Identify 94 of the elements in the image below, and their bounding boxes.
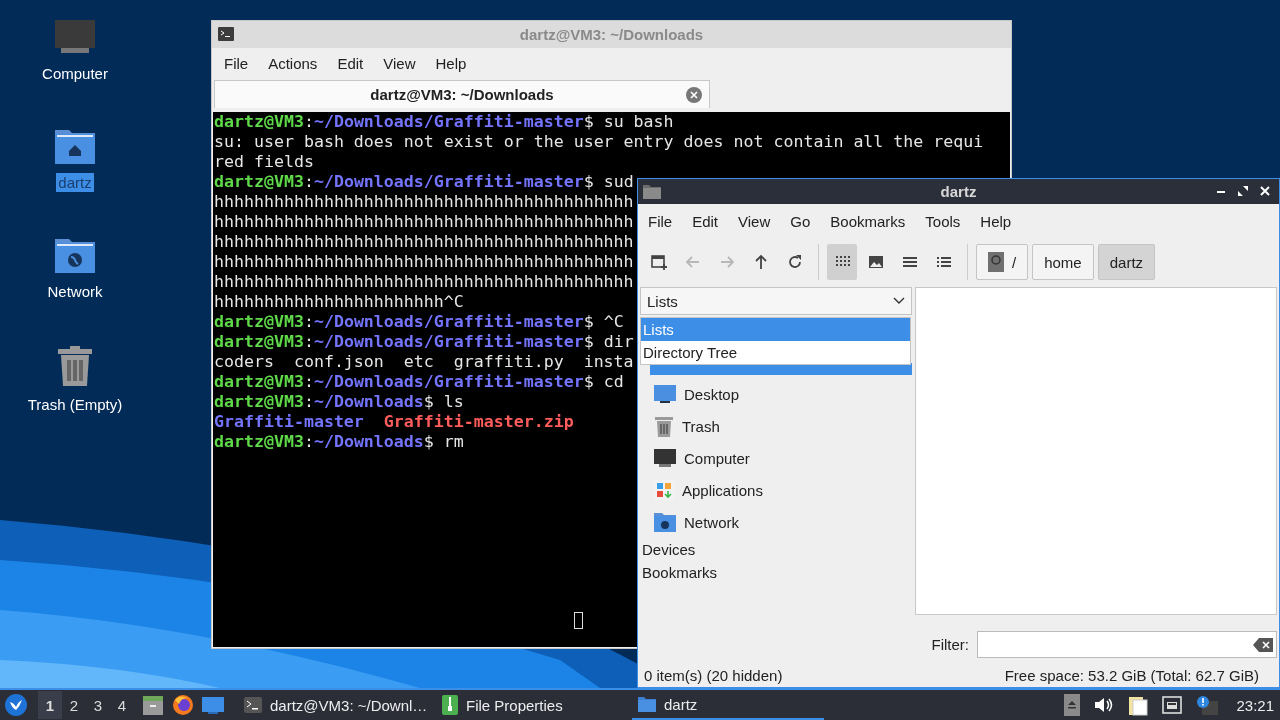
- terminal-line: hhhhhhhhhhhhhhhhhhhhhhhhhhhhhhhhhhhhhhhhhh: [213, 212, 634, 232]
- workspace-button[interactable]: 1: [38, 691, 62, 719]
- terminal-line: hhhhhhhhhhhhhhhhhhhhhhhhhhhhhhhhhhhhhhhhhh: [213, 272, 634, 292]
- browser-icon[interactable]: [172, 694, 194, 716]
- terminal-line: dartz@VM3:~/Downloads/Graffiti-master$ cd: [213, 372, 624, 392]
- path-button[interactable]: dartz: [1097, 244, 1156, 280]
- close-icon[interactable]: [1259, 185, 1271, 197]
- monitor-icon: [654, 384, 676, 404]
- terminal-line: dartz@VM3:~/Downloads/Graffiti-master$ su bash: [213, 112, 674, 132]
- terminal-line: coders conf.json etc graffiti.py insta: [213, 352, 634, 372]
- monitor-icon[interactable]: [53, 18, 97, 56]
- image-icon: [867, 253, 885, 271]
- place-item[interactable]: Trash: [640, 410, 912, 442]
- terminal-line: Graffiti-master Graffiti-master.zip: [213, 412, 574, 432]
- trash-icon: [654, 415, 674, 437]
- zip-file-icon: [442, 695, 458, 715]
- workspace-button[interactable]: 3: [86, 691, 110, 719]
- network-folder-icon: [654, 512, 676, 532]
- drive-icon: [988, 252, 1004, 272]
- menu-item[interactable]: View: [728, 212, 781, 230]
- section-header[interactable]: Bookmarks: [640, 561, 912, 584]
- menu-item[interactable]: Edit: [682, 212, 729, 230]
- place-item[interactable]: Desktop: [640, 378, 912, 410]
- eject-icon[interactable]: [1064, 694, 1081, 716]
- desktop-icon-label[interactable]: Network: [45, 282, 105, 301]
- window-title: dartz: [940, 183, 977, 200]
- menu-item[interactable]: Bookmarks: [820, 212, 916, 230]
- icons-view-button[interactable]: [827, 244, 857, 280]
- desktop-icon-label[interactable]: Computer: [40, 64, 110, 83]
- menu-item[interactable]: Actions: [258, 54, 328, 72]
- maximize-icon[interactable]: [1237, 185, 1249, 197]
- tab-label[interactable]: dartz@VM3: ~/Downloads: [370, 86, 554, 103]
- terminal-line: dartz@VM3:~/Downloads$ rm: [213, 432, 464, 452]
- monitor-icon: [654, 448, 676, 468]
- taskbar-button[interactable]: File Properties: [436, 690, 586, 720]
- home-folder-icon[interactable]: [54, 127, 96, 165]
- place-item[interactable]: Computer: [640, 442, 912, 474]
- folder-icon: [638, 696, 656, 712]
- terminal-line: su: user bash does not exist or the user entry does not contain all the requi: [213, 132, 984, 152]
- terminal-line: red fields: [213, 152, 314, 172]
- taskbar-button[interactable]: dartz@VM3: ~/Downl…: [238, 690, 436, 720]
- start-menu-icon[interactable]: [4, 693, 28, 717]
- trash-icon[interactable]: [56, 345, 94, 387]
- filter-label: Filter:: [931, 636, 969, 653]
- terminal-line: dartz@VM3:~/Downloads$ ls: [213, 392, 464, 412]
- window-title: dartz@VM3: ~/Downloads: [519, 26, 704, 43]
- chevron-down-icon: [893, 297, 905, 305]
- place-item[interactable]: Network: [640, 506, 912, 538]
- terminal-line: hhhhhhhhhhhhhhhhhhhhhhhhhhhhhhhhhhhhhhhhhh: [213, 232, 634, 252]
- terminal-line: dartz@VM3:~/Downloads/Graffiti-master$ dir: [213, 332, 634, 352]
- desktop-icon-label[interactable]: Trash (Empty): [25, 395, 125, 414]
- path-button[interactable]: /: [976, 244, 1029, 280]
- file-cabinet-icon[interactable]: [142, 694, 164, 716]
- terminal-line: hhhhhhhhhhhhhhhhhhhhhhhhhhhhhhhhhhhhhhhhhh: [213, 252, 634, 272]
- menu-item[interactable]: Edit: [327, 54, 374, 72]
- menu-item[interactable]: Help: [970, 212, 1022, 230]
- place-item[interactable]: Applications: [640, 474, 912, 506]
- workspace-button[interactable]: 4: [110, 691, 134, 719]
- terminal-icon: [244, 697, 262, 713]
- dropdown-option[interactable]: Directory Tree: [641, 341, 910, 364]
- menu-item[interactable]: File: [638, 212, 683, 230]
- item-count: 0 item(s) (20 hidden): [644, 666, 783, 684]
- reload-icon: [786, 253, 804, 271]
- free-space: Free space: 53.2 GiB (Total: 62.7 GiB): [1004, 666, 1259, 684]
- terminal-tab[interactable]: dartz@VM3: ~/Downloads: [214, 80, 710, 108]
- clock[interactable]: 23:21: [1236, 696, 1274, 714]
- menu-item[interactable]: Tools: [915, 212, 971, 230]
- menu-item[interactable]: Go: [780, 212, 821, 230]
- title-bar[interactable]: dartz: [638, 179, 1279, 204]
- clear-icon[interactable]: [1253, 637, 1273, 652]
- menu-item[interactable]: Help: [425, 54, 477, 72]
- terminal-icon: [218, 27, 234, 41]
- folder-icon: [643, 184, 661, 199]
- filter-field[interactable]: [977, 631, 1277, 658]
- section-header[interactable]: Devices: [640, 538, 912, 561]
- clipboard-icon[interactable]: [1128, 694, 1149, 716]
- menu-item[interactable]: File: [214, 54, 259, 72]
- notification-icon[interactable]: [1196, 695, 1219, 715]
- terminal-line: hhhhhhhhhhhhhhhhhhhhhhh^C: [213, 292, 464, 312]
- terminal-line: dartz@VM3:~/Downloads/Graffiti-master$ sud: [213, 172, 634, 192]
- terminal-line: hhhhhhhhhhhhhhhhhhhhhhhhhhhhhhhhhhhhhhhhhh: [213, 192, 634, 212]
- path-button[interactable]: home: [1032, 244, 1094, 280]
- new-tab-icon: [650, 253, 668, 271]
- menu-item[interactable]: View: [373, 54, 426, 72]
- show-desktop-icon[interactable]: [202, 695, 224, 715]
- applications-icon: [654, 480, 674, 500]
- network-port-icon[interactable]: [1162, 696, 1183, 714]
- volume-icon[interactable]: [1094, 696, 1115, 714]
- terminal-line: dartz@VM3:~/Downloads/Graffiti-master$ ^C: [213, 312, 624, 332]
- workspace-button[interactable]: 2: [62, 691, 86, 719]
- taskbar-button[interactable]: dartz: [632, 690, 824, 720]
- text-cursor: [574, 612, 583, 629]
- side-pane-dropdown[interactable]: Lists: [640, 287, 912, 315]
- network-folder-icon[interactable]: [54, 236, 96, 274]
